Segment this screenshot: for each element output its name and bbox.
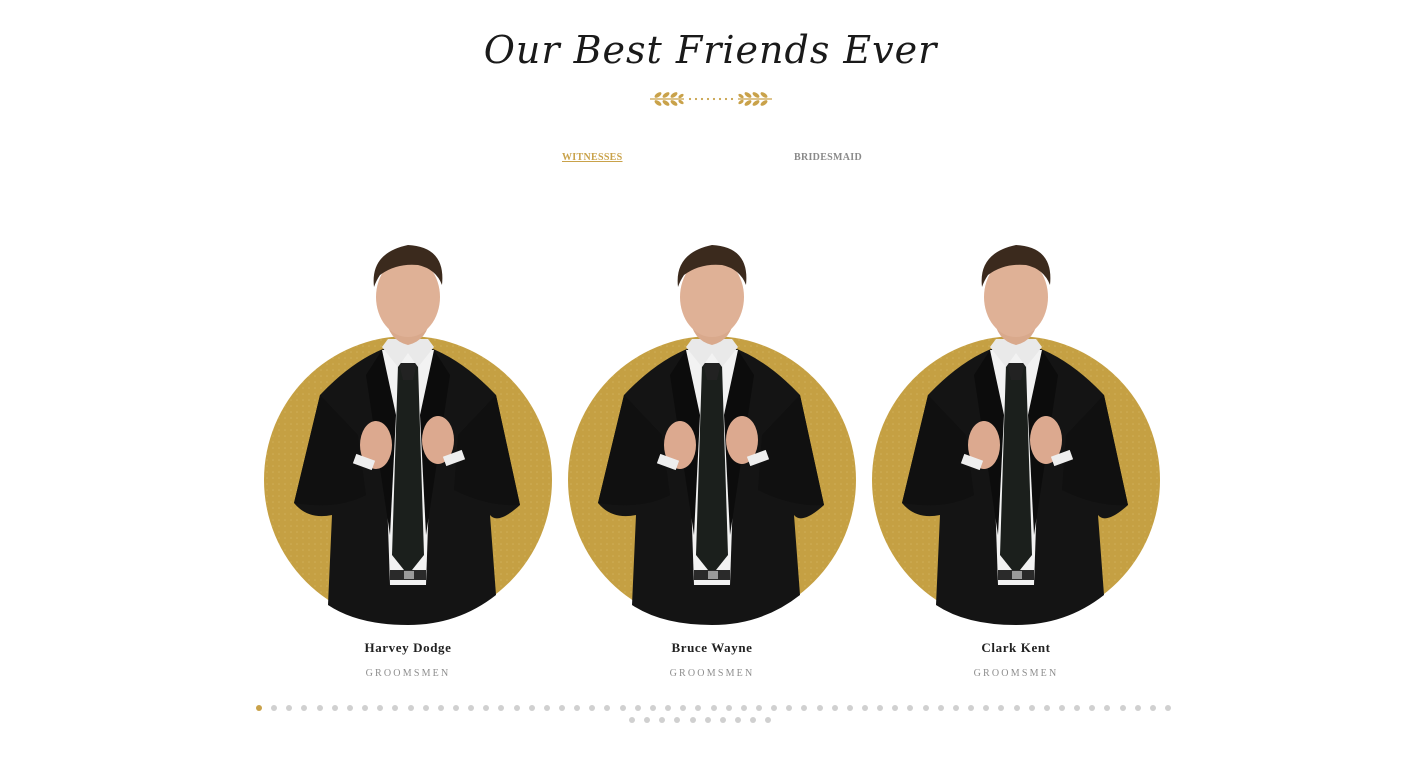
carousel-dot[interactable] [422, 705, 429, 711]
carousel-dot[interactable] [680, 705, 687, 711]
carousel-dot[interactable] [377, 705, 384, 711]
carousel-dot[interactable] [1058, 705, 1065, 711]
carousel-dot[interactable] [755, 705, 762, 711]
carousel-dot[interactable] [392, 705, 399, 711]
section-title: Our Best Friends Ever [483, 28, 938, 72]
carousel-dot[interactable] [559, 705, 565, 711]
carousel-dot[interactable] [437, 705, 444, 711]
carousel-dot[interactable] [674, 717, 681, 723]
carousel-dot[interactable] [907, 705, 914, 711]
friend-role: GROOMSMEN [365, 668, 451, 679]
carousel-dot[interactable] [271, 705, 278, 711]
carousel-dot[interactable] [1165, 705, 1171, 711]
carousel-dot[interactable] [801, 705, 808, 711]
friend-name: Harvey Dodge [364, 640, 452, 655]
groomsman-photo [866, 235, 1166, 627]
carousel-dot[interactable] [346, 705, 353, 711]
carousel-dot[interactable] [528, 705, 535, 711]
groomsman-photo [258, 235, 558, 627]
carousel-dot[interactable] [922, 705, 929, 711]
carousel-dot[interactable] [710, 705, 717, 711]
tab-witnesses[interactable]: WITNESSES [562, 152, 623, 163]
carousel-dot[interactable] [1089, 705, 1096, 711]
carousel-dot[interactable] [1119, 705, 1126, 711]
carousel-dot[interactable] [331, 705, 338, 711]
carousel-dot[interactable] [695, 705, 702, 711]
carousel-dot[interactable] [1013, 705, 1020, 711]
carousel-dot[interactable] [750, 717, 757, 723]
carousel-dot[interactable] [983, 705, 990, 711]
carousel-dot[interactable] [735, 717, 742, 723]
carousel-dot[interactable] [719, 717, 726, 723]
tab-bar: WITNESSES BRIDESMAID [0, 152, 1421, 166]
carousel-dot[interactable] [1028, 705, 1035, 711]
carousel-dot[interactable] [604, 705, 611, 711]
carousel-dot[interactable] [1043, 705, 1050, 711]
carousel-dot[interactable] [574, 705, 581, 711]
friend-card: Bruce Wayne GROOMSMEN [562, 235, 862, 685]
carousel-dot[interactable] [498, 705, 505, 711]
carousel-dot[interactable] [407, 705, 414, 711]
friend-role: GROOMSMEN [669, 668, 755, 679]
carousel-dot[interactable] [629, 717, 635, 723]
carousel-dot[interactable] [952, 705, 959, 711]
friend-card: Clark Kent GROOMSMEN [866, 235, 1166, 685]
carousel-dot[interactable] [1134, 705, 1141, 711]
carousel-dot[interactable] [846, 705, 853, 711]
friend-card: Harvey Dodge GROOMSMEN [258, 235, 558, 685]
friend-name: Bruce Wayne [671, 640, 753, 655]
carousel-dot[interactable] [765, 717, 772, 723]
carousel-dot[interactable] [998, 705, 1005, 711]
carousel-dot[interactable] [1074, 705, 1081, 711]
tab-bridesmaid[interactable]: BRIDESMAID [794, 152, 862, 163]
carousel-dot[interactable] [877, 705, 884, 711]
carousel-dot[interactable] [1149, 705, 1156, 711]
carousel-dot[interactable] [649, 705, 656, 711]
carousel-dot[interactable] [619, 705, 626, 711]
carousel-dot[interactable] [786, 705, 793, 711]
carousel-dot[interactable] [831, 705, 838, 711]
carousel-dot[interactable] [468, 705, 475, 711]
carousel-dot[interactable] [644, 717, 651, 723]
carousel-dot[interactable] [689, 717, 696, 723]
carousel-dot[interactable] [892, 705, 899, 711]
groomsman-photo [562, 235, 862, 627]
carousel-dot[interactable] [286, 705, 293, 711]
carousel-dot[interactable] [589, 705, 596, 711]
carousel-dot[interactable] [1104, 705, 1111, 711]
carousel-dot[interactable] [725, 705, 732, 711]
carousel-dot[interactable] [634, 705, 641, 711]
carousel-dot[interactable] [362, 705, 369, 711]
friend-role: GROOMSMEN [973, 668, 1059, 679]
carousel-dot[interactable] [256, 705, 262, 711]
carousel-dot[interactable] [301, 705, 308, 711]
laurel-divider-icon [650, 92, 772, 106]
carousel-dot[interactable] [771, 705, 778, 711]
carousel-dot[interactable] [740, 705, 747, 711]
carousel-dot[interactable] [483, 705, 490, 711]
carousel-dot[interactable] [937, 705, 944, 711]
friend-name: Clark Kent [981, 640, 1051, 655]
carousel-dot[interactable] [862, 705, 868, 711]
carousel-dot[interactable] [665, 705, 672, 711]
carousel-dot[interactable] [659, 717, 666, 723]
carousel-dot[interactable] [316, 705, 323, 711]
carousel-dot[interactable] [968, 705, 975, 711]
carousel-dot[interactable] [452, 705, 459, 711]
carousel-dot[interactable] [543, 705, 550, 711]
carousel-dot[interactable] [816, 705, 823, 711]
carousel-dot[interactable] [513, 705, 520, 711]
carousel-dot[interactable] [704, 717, 711, 723]
